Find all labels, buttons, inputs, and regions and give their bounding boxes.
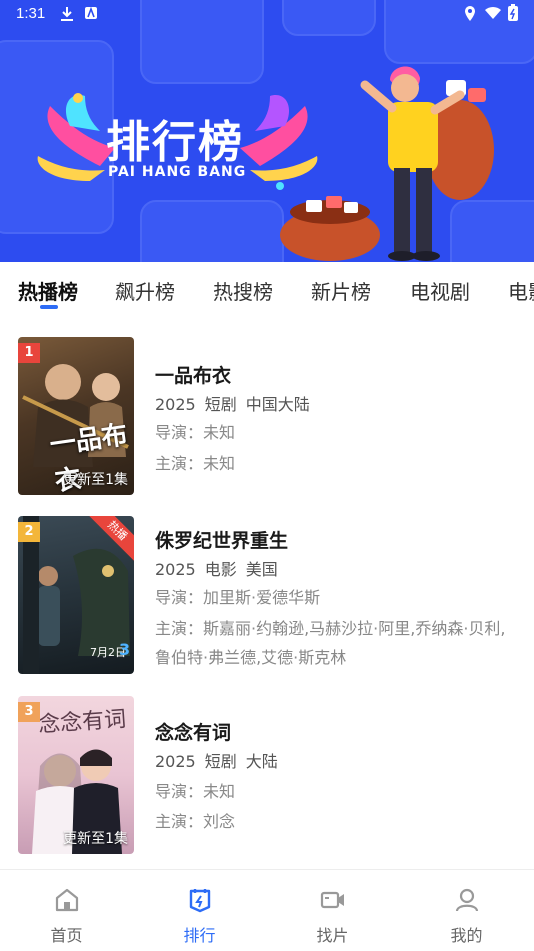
item-cast: 主演：未知 (155, 454, 236, 473)
tab-rising[interactable]: 飙升榜 (115, 276, 175, 305)
poster-image[interactable]: 一品布衣 1 更新至1集 (18, 337, 134, 495)
active-tab-indicator (40, 305, 58, 309)
video-icon (320, 891, 344, 909)
status-bar: 1:31 (0, 0, 534, 28)
category-tabs: 热播榜 飙升榜 热搜榜 新片榜 电视剧 电影 (0, 262, 534, 314)
item-meta: 2025 短剧 中国大陆 (155, 391, 319, 415)
list-item[interactable]: 一品布衣 1 更新至1集 一品布衣 2025 短剧 中国大陆 导演：未知 主演：未知 (0, 337, 534, 497)
item-year: 2025 (155, 752, 196, 771)
person-illustration (280, 66, 494, 261)
nav-find-video-label: 找片 (316, 926, 349, 945)
item-region: 中国大陆 (245, 395, 310, 414)
poster-image[interactable]: 念念有词 3 更新至1集 (18, 696, 134, 854)
poster-number: 3 (119, 640, 131, 659)
tab-hot-search[interactable]: 热搜榜 (213, 276, 273, 305)
home-icon (55, 888, 79, 912)
nav-home[interactable]: 首页 (0, 870, 133, 951)
item-region: 大陆 (245, 752, 278, 771)
item-cast: 主演：斯嘉丽·约翰逊,马赫沙拉·阿里,乔纳森·贝利,鲁伯特·弗兰德,艾德·斯克林 (155, 619, 506, 667)
item-region: 美国 (245, 560, 278, 579)
poster-title: 念念有词 (37, 706, 127, 739)
rank-banner: 1:31 排行榜 PAI HANG BANG (0, 0, 534, 262)
status-time: 1:31 (16, 5, 46, 22)
item-type: 短剧 (204, 395, 237, 414)
item-cast: 主演：刘念 (155, 812, 236, 831)
update-status: 更新至1集 (63, 831, 128, 847)
user-icon (455, 888, 479, 912)
nav-home-label: 首页 (50, 926, 83, 945)
rank-badge: 1 (18, 343, 40, 363)
app-notification-icon (85, 6, 97, 19)
poster-image[interactable]: 热播 2 7月2日 3 (18, 516, 134, 674)
item-title[interactable]: 侏罗纪世界重生 (155, 526, 288, 553)
nav-ranking[interactable]: 排行 (133, 870, 266, 951)
nav-find-video[interactable]: 找片 (266, 870, 399, 951)
bottom-navigation: 首页 排行 找片 我的 (0, 869, 534, 951)
wifi-icon (485, 6, 501, 19)
update-status: 更新至1集 (63, 472, 128, 488)
rank-badge: 2 (18, 522, 40, 542)
item-meta: 2025 短剧 大陆 (155, 748, 287, 772)
nav-profile[interactable]: 我的 (400, 870, 533, 951)
banner-decor-tile (140, 200, 284, 262)
item-year: 2025 (155, 395, 196, 414)
tab-new-release[interactable]: 新片榜 (311, 276, 371, 305)
item-type: 电影 (204, 560, 237, 579)
item-meta: 2025 电影 美国 (155, 556, 287, 580)
item-title[interactable]: 一品布衣 (155, 361, 231, 388)
banner-subtitle: PAI HANG BANG (108, 164, 247, 180)
tab-movie[interactable]: 电影 (508, 276, 534, 305)
download-icon (61, 7, 73, 21)
battery-icon (508, 4, 518, 21)
ranking-icon (189, 889, 211, 913)
tab-hot-play[interactable]: 热播榜 (18, 276, 78, 305)
nav-ranking-label: 排行 (183, 926, 216, 945)
location-icon (465, 6, 475, 21)
item-director: 导演：未知 (155, 423, 236, 442)
item-director: 导演：加里斯·爱德华斯 (155, 588, 321, 607)
rank-badge: 3 (18, 702, 40, 722)
item-type: 短剧 (204, 752, 237, 771)
list-item[interactable]: 念念有词 3 更新至1集 念念有词 2025 短剧 大陆 导演：未知 主演：刘念 (0, 696, 534, 856)
item-director: 导演：未知 (155, 782, 236, 801)
item-title[interactable]: 念念有词 (155, 718, 231, 745)
list-item[interactable]: 热播 2 7月2日 3 侏罗纪世界重生 2025 电影 美国 导演：加里斯·爱德华斯… (0, 516, 534, 676)
item-year: 2025 (155, 560, 196, 579)
nav-profile-label: 我的 (450, 926, 483, 945)
banner-title: 排行榜 (106, 117, 244, 168)
tab-tv-series[interactable]: 电视剧 (410, 276, 470, 305)
